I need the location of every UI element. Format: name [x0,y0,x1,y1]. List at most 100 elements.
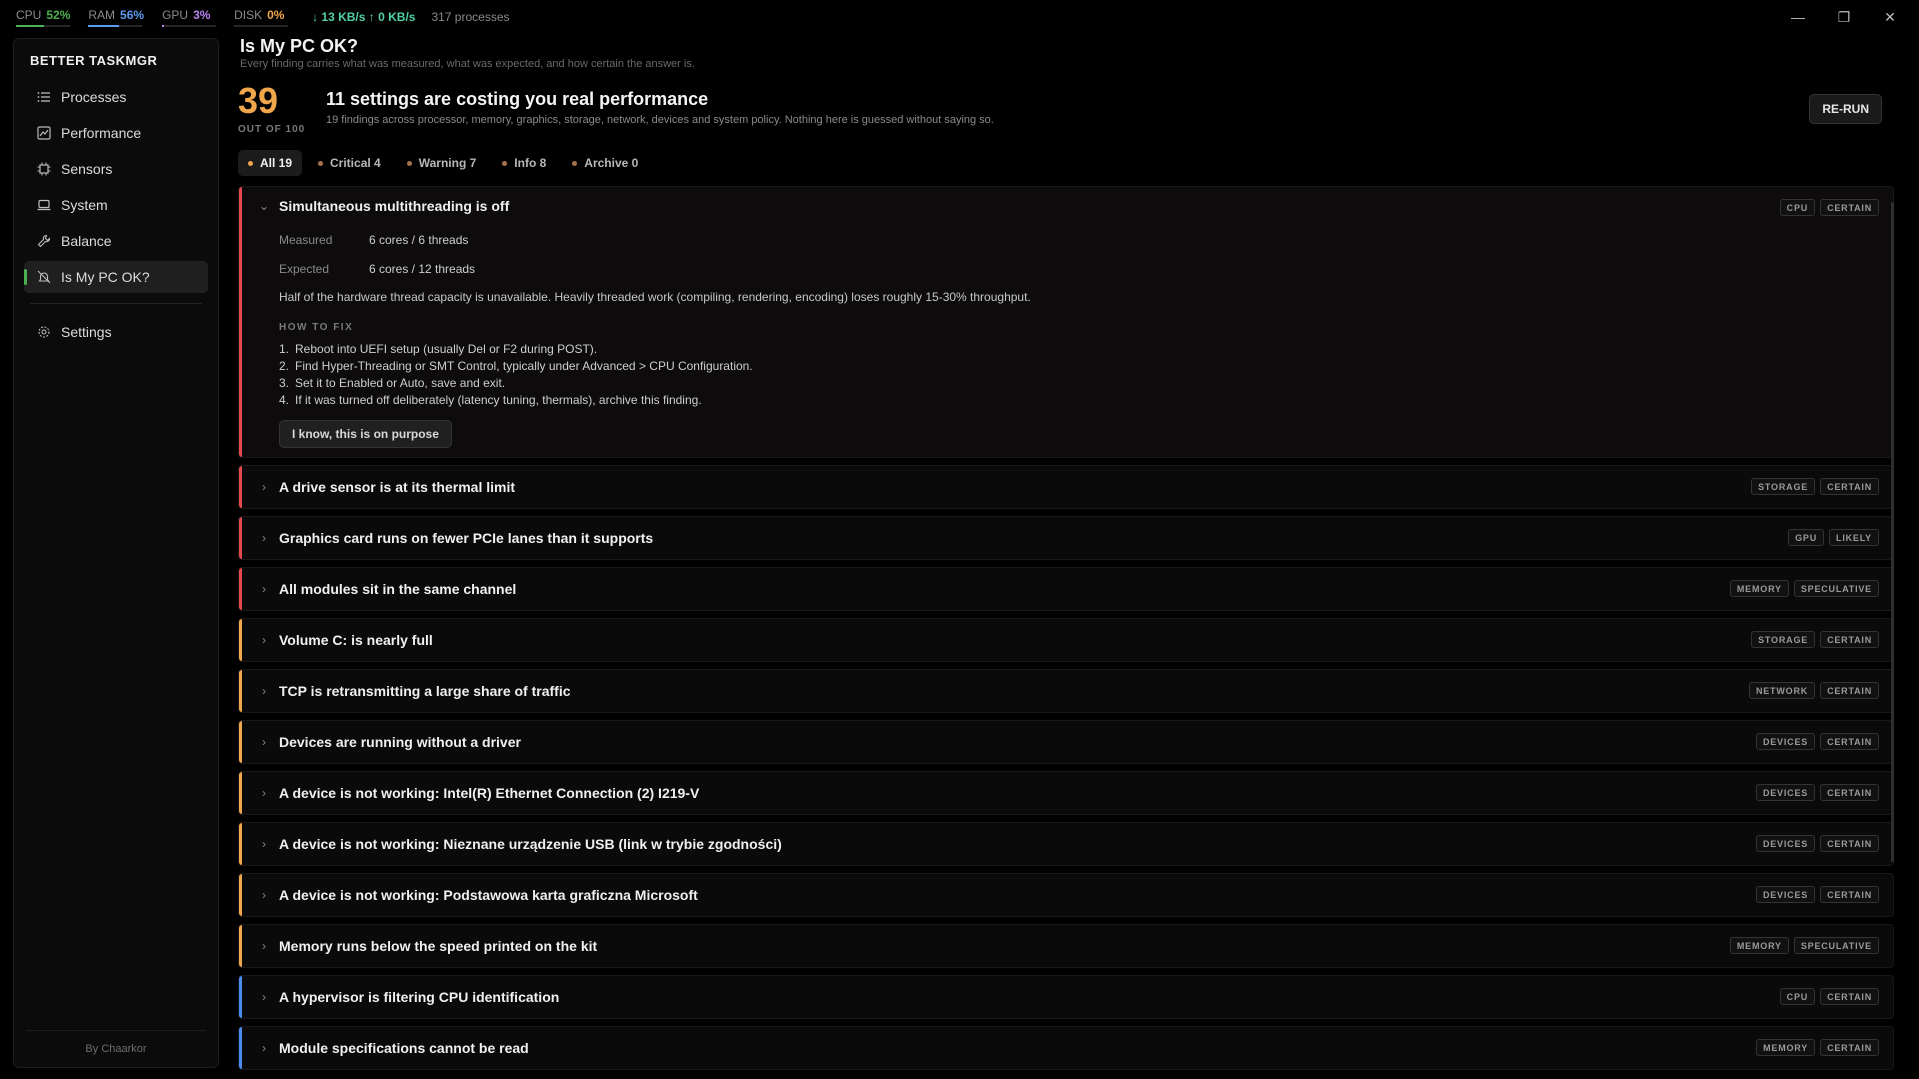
severity-accent [239,823,242,865]
sidebar-item-label: Processes [61,89,127,105]
certainty-tag: CERTAIN [1820,886,1879,903]
severity-filters: All 19 Critical 4 Warning 7 Info 8 Archi… [238,150,648,176]
sidebar-item-balance[interactable]: Balance [24,225,208,257]
finding-tags: STORAGE CERTAIN [1751,478,1879,495]
finding-card: › Memory runs below the speed printed on … [238,924,1894,968]
finding-title: A device is not working: Podstawowa kart… [279,887,698,903]
close-button[interactable]: ✕ [1867,4,1913,30]
disk-stat: DISK 0% [234,7,289,27]
close-icon: ✕ [1884,8,1896,25]
chevron-right-icon: › [262,735,266,749]
finding-card: › A hypervisor is filtering CPU identific… [238,975,1894,1019]
sidebar-item-settings[interactable]: Settings [24,316,208,348]
finding-header[interactable]: › All modules sit in the same channel [239,568,1893,610]
main-content: Is My PC OK? Every finding carries what … [238,34,1898,1079]
severity-accent [239,187,242,457]
sidebar-item-system[interactable]: System [24,189,208,221]
scrollbar[interactable] [1891,202,1894,862]
category-tag: CPU [1779,988,1816,1005]
sidebar-item-performance[interactable]: Performance [24,117,208,149]
bell-off-icon [36,269,52,285]
certainty-tag: SPECULATIVE [1793,580,1879,597]
sidebar-item-label: Settings [61,324,112,340]
gpu-bar-fill [162,24,164,27]
finding-title: Volume C: is nearly full [279,632,433,648]
footer-divider [26,1030,206,1031]
finding-header[interactable]: › Graphics card runs on fewer PCIe lanes … [239,517,1893,559]
sidebar-item-is-my-pc-ok[interactable]: Is My PC OK? [24,261,208,293]
finding-card: › Volume C: is nearly full STORAGE CERTAIN [238,618,1894,662]
sidebar-item-sensors[interactable]: Sensors [24,153,208,185]
finding-header[interactable]: › A hypervisor is filtering CPU identific… [239,976,1893,1018]
finding-tags: STORAGE CERTAIN [1751,631,1879,648]
finding-tags: GPU LIKELY [1788,529,1879,546]
finding-header[interactable]: › Module specifications cannot be read [239,1027,1893,1069]
finding-header[interactable]: › A drive sensor is at its thermal limit [239,466,1893,508]
finding-header[interactable]: ⌄ Simultaneous multithreading is off [239,187,1893,225]
sidebar-item-label: System [61,197,108,213]
filter-label: Archive 0 [584,156,639,170]
chevron-right-icon: › [262,939,266,953]
cpu-value: 52% [46,7,71,22]
finding-header[interactable]: › A device is not working: Intel(R) Ether… [239,772,1893,814]
certainty-tag: CERTAIN [1820,835,1879,852]
minimize-icon: — [1791,9,1805,25]
finding-description: Half of the hardware thread capacity is … [279,290,1031,304]
severity-accent [239,619,242,661]
sidebar-item-processes[interactable]: Processes [24,81,208,113]
finding-title: A drive sensor is at its thermal limit [279,479,516,495]
certainty-tag: CERTAIN [1820,1039,1879,1056]
severity-accent [239,772,242,814]
finding-tags: MEMORY CERTAIN [1756,1039,1879,1056]
filter-critical[interactable]: Critical 4 [308,150,391,176]
score-scale: OUT OF 100 [238,124,306,135]
filter-all[interactable]: All 19 [238,150,303,176]
cpu-bar [16,24,70,27]
finding-tags: CPU CERTAIN [1779,988,1879,1005]
rerun-button[interactable]: RE-RUN [1809,94,1882,124]
finding-card-expanded: ⌄ Simultaneous multithreading is off CPU… [238,186,1894,458]
disk-label: DISK [234,7,263,22]
ram-label: RAM [88,7,116,22]
finding-header[interactable]: › Devices are running without a driver [239,721,1893,763]
app-brand: BETTER TASKMGR [30,53,158,68]
category-tag: DEVICES [1755,733,1816,750]
finding-header[interactable]: › A device is not working: Nieznane urząd… [239,823,1893,865]
finding-card: › Graphics card runs on fewer PCIe lanes … [238,516,1894,560]
category-tag: MEMORY [1756,1039,1816,1056]
severity-accent [239,670,242,712]
finding-tags: DEVICES CERTAIN [1755,784,1879,801]
sidebar-item-label: Is My PC OK? [61,269,150,285]
dot-icon [248,160,253,166]
dot-icon [318,160,324,166]
filter-archive[interactable]: Archive 0 [562,150,648,176]
sidebar-divider [30,303,202,304]
minimize-button[interactable]: — [1775,4,1821,30]
fix-step-text: If it was turned off deliberately (laten… [295,392,702,407]
summary-headline: 11 settings are costing you real perform… [326,89,709,109]
finding-card: › A drive sensor is at its thermal limit S… [238,465,1894,509]
finding-tags: DEVICES CERTAIN [1755,733,1879,750]
finding-header[interactable]: › Memory runs below the speed printed on … [239,925,1893,967]
archive-on-purpose-button[interactable]: I know, this is on purpose [279,420,452,448]
sidebar-item-label: Sensors [61,161,113,177]
restore-button[interactable]: ❐ [1821,4,1867,30]
measured-row: Measured 6 cores / 6 threads [279,225,1893,254]
finding-title: A device is not working: Nieznane urządz… [279,836,782,852]
filter-warning[interactable]: Warning 7 [397,150,487,176]
ram-value: 56% [120,7,145,22]
finding-title: Memory runs below the speed printed on t… [279,938,598,954]
fix-step: 1. Reboot into UEFI setup (usually Del or… [279,341,598,356]
finding-header[interactable]: › Volume C: is nearly full [239,619,1893,661]
dot-icon [406,160,412,166]
filter-info[interactable]: Info 8 [492,150,556,176]
cpu-label: CPU [16,7,42,22]
fix-step-text: Find Hyper-Threading or SMT Control, typ… [295,358,753,373]
certainty-tag: CERTAIN [1820,478,1879,495]
finding-tags: DEVICES CERTAIN [1755,886,1879,903]
measured-label: Measured [279,232,333,247]
chart-icon [36,125,52,141]
finding-header[interactable]: › A device is not working: Podstawowa kar… [239,874,1893,916]
finding-header[interactable]: › TCP is retransmitting a large share of … [239,670,1893,712]
fix-step: 2. Find Hyper-Threading or SMT Control, t… [279,358,753,373]
